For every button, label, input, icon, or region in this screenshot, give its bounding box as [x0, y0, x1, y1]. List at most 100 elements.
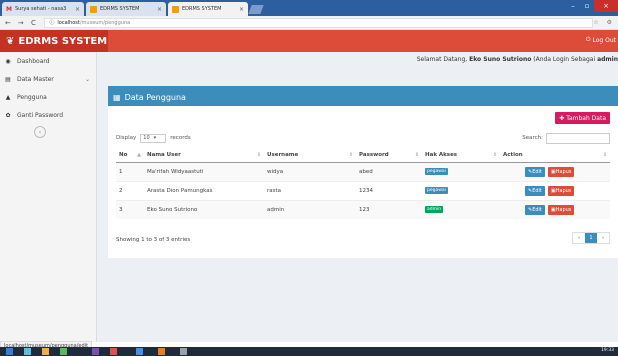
data-pengguna-panel: ▦ Data Pengguna ✚ Tambah Data Display 10…	[108, 86, 618, 258]
vs-icon[interactable]	[92, 348, 99, 355]
page: M Surya sehati - nasa3 × EDRMS SYSTEM × …	[0, 0, 618, 356]
folder-icon: ▤	[5, 75, 11, 83]
hapus-button[interactable]: ▣Hapus	[547, 166, 575, 177]
length-value: 10	[143, 135, 150, 141]
pengguna-table: No ▲ Nama User ⇕ Username ⇕ Password ⇕ Hak A…	[116, 148, 610, 219]
chrome-icon[interactable]	[110, 348, 117, 355]
browser-tab-edrms-2[interactable]: EDRMS SYSTEM ×	[168, 2, 248, 16]
leaf-icon: ❦	[6, 35, 15, 47]
tambah-data-button[interactable]: ✚ Tambah Data	[555, 112, 610, 124]
url-host: localhost	[57, 19, 80, 26]
edit-button[interactable]: ✎Edit	[525, 166, 545, 177]
plus-icon: ✚	[559, 114, 565, 122]
table-row: 2 Arasta Dion Pamungkas rasta 1234 pegaw…	[116, 180, 610, 200]
role-badge: pegawai	[425, 168, 448, 175]
sort-icon: ⇕	[492, 151, 497, 158]
sort-asc-icon: ▲	[137, 151, 141, 158]
window-close-icon[interactable]: ×	[594, 0, 618, 12]
sidebar-item-data-master[interactable]: ▤ Data Master ⌄	[0, 70, 96, 88]
cell-nama: Eko Suno Sutriono	[144, 199, 264, 219]
close-icon[interactable]: ×	[71, 6, 80, 13]
panel-title: Data Pengguna	[124, 92, 186, 102]
column-header-action[interactable]: Action ⇕	[500, 148, 610, 163]
column-header-no[interactable]: No ▲	[116, 148, 144, 163]
pagination-page-button[interactable]: 1	[585, 233, 597, 243]
column-header-username[interactable]: Username ⇕	[264, 148, 356, 163]
table-row: 1 Ma'rifah Widyaastuti widya abed pegawa…	[116, 161, 610, 181]
records-length-select[interactable]: 10 ▾	[140, 133, 167, 143]
display-label: Display	[116, 135, 137, 141]
power-icon: ⏻	[585, 36, 591, 43]
extension-icon[interactable]: ⚙	[607, 19, 612, 26]
maximize-icon[interactable]: ▫	[580, 0, 594, 12]
sidebar-item-label: Dashboard	[17, 57, 50, 65]
forward-icon[interactable]: →	[16, 19, 26, 27]
pagination-next-button[interactable]: »	[597, 233, 609, 243]
url-field[interactable]: ⓘ localhost/museum/pengguna	[44, 17, 594, 28]
sidebar-item-label: Pengguna	[17, 93, 47, 101]
url-path: /museum/pengguna	[79, 19, 131, 26]
bookmark-star-icon[interactable]: ☆	[593, 19, 598, 26]
column-header-nama-user[interactable]: Nama User ⇕	[144, 148, 264, 163]
folder-app-icon[interactable]	[180, 348, 187, 355]
gmail-icon: M	[6, 5, 12, 13]
brand-logo[interactable]: ❦ EDRMS SYSTEM	[0, 30, 108, 52]
dashboard-icon: ◉	[5, 57, 11, 65]
reload-icon[interactable]: C	[29, 19, 39, 27]
edit-button[interactable]: ✎Edit	[525, 185, 545, 196]
new-tab-button[interactable]	[248, 5, 264, 14]
welcome-user: Eko Suno Sutriono	[469, 56, 532, 63]
panel-header: ▦ Data Pengguna	[108, 88, 618, 106]
search-label: Search:	[522, 135, 543, 141]
sidebar-item-dashboard[interactable]: ◉ Dashboard	[0, 52, 96, 70]
minimize-icon[interactable]: –	[566, 0, 580, 12]
word-icon[interactable]	[136, 348, 143, 355]
column-header-hak-akses[interactable]: Hak Akses ⇕	[422, 148, 500, 163]
cell-hak-akses: admin	[422, 199, 500, 219]
welcome-role: admin	[597, 56, 618, 63]
explorer-icon[interactable]	[42, 348, 49, 355]
welcome-middle: (Anda Login Sebagai	[533, 56, 596, 63]
info-icon: ⓘ	[49, 20, 55, 26]
cell-password: 1234	[356, 180, 422, 200]
hapus-button[interactable]: ▣Hapus	[547, 185, 575, 196]
app-icon[interactable]	[158, 348, 165, 355]
sidebar: ◉ Dashboard ▤ Data Master ⌄ ▲ Pengguna ✿…	[0, 52, 97, 342]
cell-hak-akses: pegawai	[422, 180, 500, 200]
search-input[interactable]	[546, 132, 610, 144]
cell-password: abed	[356, 161, 422, 181]
store-icon[interactable]	[60, 348, 67, 355]
cell-username: rasta	[264, 180, 356, 200]
cell-username: widya	[264, 161, 356, 181]
cell-action: ✎Edit ▣Hapus	[500, 180, 610, 200]
tab-label: Surya sehati - nasa3	[14, 6, 67, 12]
browser-tab-edrms-1[interactable]: EDRMS SYSTEM ×	[86, 2, 166, 16]
pagination-prev-button[interactable]: «	[573, 233, 585, 243]
browser-tab-mail[interactable]: M Surya sehati - nasa3 ×	[2, 2, 84, 16]
sidebar-collapse-button[interactable]: ‹	[34, 126, 46, 138]
column-header-password[interactable]: Password ⇕	[356, 148, 422, 163]
edrms-favicon-icon	[90, 5, 97, 13]
edit-button[interactable]: ✎Edit	[525, 204, 545, 215]
sort-icon: ⇕	[348, 151, 353, 158]
start-icon[interactable]	[6, 348, 13, 355]
logout-label: Log Out	[592, 36, 616, 44]
back-icon[interactable]: ←	[3, 19, 13, 27]
sidebar-item-pengguna[interactable]: ▲ Pengguna	[0, 88, 96, 106]
hapus-label: Hapus	[555, 168, 572, 175]
edit-label: Edit	[532, 187, 542, 194]
hapus-button[interactable]: ▣Hapus	[547, 204, 575, 215]
close-icon[interactable]: ×	[235, 6, 244, 13]
chevron-down-icon: ⌄	[84, 75, 90, 83]
role-badge: admin	[425, 206, 444, 214]
pagination: « 1 »	[572, 232, 610, 244]
brand-title: EDRMS SYSTEM	[18, 35, 108, 47]
close-icon[interactable]: ×	[153, 6, 162, 13]
sidebar-item-ganti-password[interactable]: ✿ Ganti Password	[0, 106, 96, 124]
cell-no: 3	[116, 199, 144, 219]
cell-action: ✎Edit ▣Hapus	[500, 161, 610, 181]
tab-label: EDRMS SYSTEM	[182, 6, 222, 12]
edge-icon[interactable]	[24, 348, 31, 355]
logout-button[interactable]: ⏻ Log Out	[586, 36, 616, 44]
main-content: Selamat Datang, Eko Suno Sutriono (Anda …	[97, 52, 618, 342]
